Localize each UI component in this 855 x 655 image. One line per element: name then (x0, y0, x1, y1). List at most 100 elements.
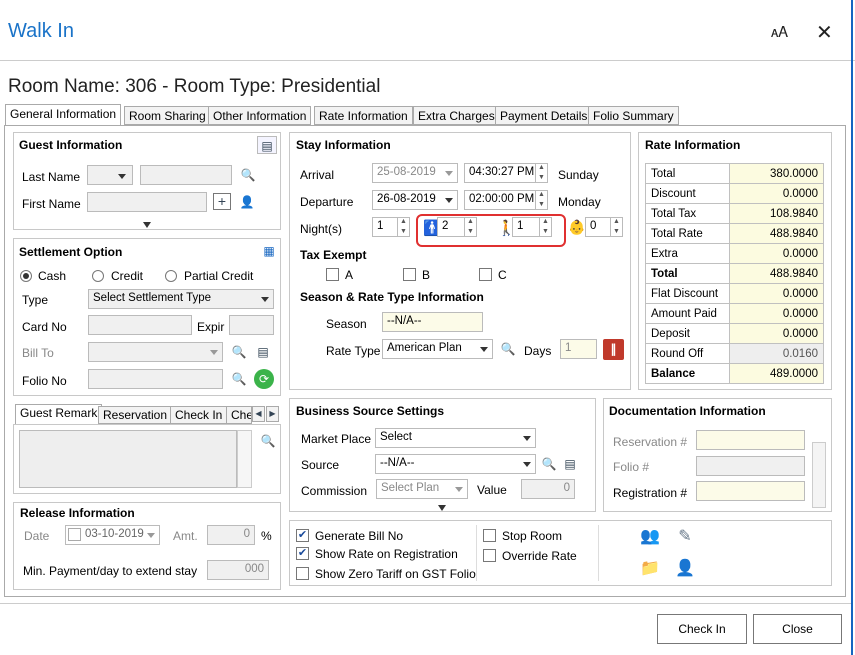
search-source-icon[interactable]: 🔍 (539, 455, 559, 473)
last-name-input[interactable] (140, 165, 232, 185)
first-name-input[interactable] (87, 192, 207, 212)
generate-bill-label: Generate Bill No (315, 529, 404, 543)
rate-row: Deposit 0.0000 (645, 323, 824, 344)
days-input[interactable]: 1 (560, 339, 597, 359)
folio-no-input[interactable] (88, 369, 223, 389)
show-zero-tariff-label: Show Zero Tariff on GST Folio (315, 567, 476, 581)
release-date-checkbox[interactable] (68, 528, 81, 541)
credit-radio[interactable] (92, 270, 104, 282)
tab-general-information[interactable]: General Information (5, 104, 122, 126)
add-source-icon[interactable]: ▤ (560, 455, 580, 473)
tab-che[interactable]: Che (226, 406, 252, 424)
chevron-down-icon (261, 297, 269, 302)
rate-row: Balance 489.0000 (645, 363, 824, 384)
infant-icon: 👶 (568, 219, 586, 235)
adults-spinner[interactable]: ▲ ▼ (464, 217, 476, 237)
guest-remark-textarea[interactable] (19, 430, 237, 488)
folio-no-label: Folio No (22, 374, 67, 388)
guest-title: Guest Information (19, 138, 123, 152)
rate-row-label: Total (645, 163, 730, 184)
folder-icon[interactable]: 📁 (640, 560, 660, 578)
doc-scrollbar[interactable] (812, 442, 826, 508)
source-label: Source (301, 458, 340, 472)
tax-a-label: A (345, 268, 354, 282)
tab-folio-summary[interactable]: Folio Summary (588, 106, 679, 125)
override-rate-checkbox[interactable] (483, 549, 496, 562)
stop-room-checkbox[interactable] (483, 529, 496, 542)
partial-credit-radio[interactable] (165, 270, 177, 282)
salutation-select[interactable] (87, 165, 133, 185)
tab-check-in[interactable]: Check In (170, 406, 228, 424)
refresh-icon[interactable]: ⟳ (254, 369, 274, 389)
bill-to-select[interactable] (88, 342, 223, 362)
rate-row-label: Extra (645, 243, 730, 264)
search-rate-icon[interactable]: 🔍 (498, 340, 518, 358)
rate-row-label: Deposit (645, 323, 730, 344)
tab-scroll-left-icon[interactable]: ◀ (252, 406, 265, 422)
guest-card-icon[interactable]: 👥 (640, 528, 660, 546)
tab-extra-charges[interactable]: Extra Charges (413, 106, 500, 125)
tab-other-information[interactable]: Other Information (208, 106, 312, 125)
check-in-button[interactable]: Check In (657, 614, 747, 644)
chevron-down-icon (147, 533, 155, 538)
remark-scrollbar[interactable] (237, 430, 252, 488)
rate-breakup-icon[interactable]: ∥ (603, 339, 624, 360)
expand-arrow-icon[interactable] (438, 505, 446, 511)
min-payment-label: Min. Payment/day to extend stay (23, 564, 198, 578)
market-place-select[interactable]: Select (375, 428, 536, 448)
rate-row: Total Tax 108.9840 (645, 203, 824, 224)
tab-room-sharing[interactable]: Room Sharing (124, 106, 211, 125)
expand-arrow-icon[interactable] (143, 222, 151, 228)
documentation-title: Documentation Information (609, 404, 766, 418)
tab-payment-details[interactable]: Payment Details (495, 106, 593, 125)
card-no-input[interactable] (88, 315, 192, 335)
generate-bill-checkbox[interactable]: ✔ (296, 529, 309, 542)
min-payment-input[interactable]: 000 (207, 560, 269, 580)
arrival-time-spinner[interactable]: ▲ ▼ (535, 163, 547, 183)
infants-spinner[interactable]: ▲ ▼ (610, 217, 622, 237)
nights-spinner[interactable]: ▲ ▼ (397, 217, 409, 237)
percent-label: % (261, 529, 272, 543)
add-guest-icon[interactable]: + (213, 193, 231, 210)
show-zero-tariff-checkbox[interactable] (296, 567, 309, 580)
rate-row-value: 0.0000 (729, 323, 824, 344)
calculator-icon[interactable]: ▦ (259, 242, 279, 260)
id-card-icon[interactable]: ▤ (257, 136, 277, 154)
tab-scroll-right-icon[interactable]: ▶ (266, 406, 279, 422)
reservation-no-label: Reservation # (613, 435, 688, 449)
amt-input[interactable]: 0 (207, 525, 255, 545)
tax-a-checkbox[interactable] (326, 268, 339, 281)
cash-radio[interactable] (20, 270, 32, 282)
rate-type-select[interactable]: American Plan (382, 339, 493, 359)
tab-rate-information[interactable]: Rate Information (314, 106, 413, 125)
close-button[interactable]: Close (753, 614, 842, 644)
translate-icon[interactable]: 🗚 (771, 24, 788, 41)
search-remark-icon[interactable]: 🔍 (258, 432, 278, 450)
person-icon[interactable]: 👤 (237, 193, 257, 211)
tax-b-label: B (422, 268, 431, 282)
show-rate-checkbox[interactable]: ✔ (296, 547, 309, 560)
children-spinner[interactable]: ▲ ▼ (539, 217, 551, 237)
departure-time-spinner[interactable]: ▲ ▼ (535, 190, 547, 210)
search-icon[interactable]: 🔍 (229, 343, 249, 361)
tab-guest-remark[interactable]: Guest Remark (15, 404, 103, 425)
add-list-icon[interactable]: ▤ (253, 343, 273, 361)
source-select[interactable]: --N/A-- (375, 454, 536, 474)
registration-no-input[interactable] (696, 481, 805, 501)
chevron-down-icon (523, 462, 531, 467)
close-icon[interactable]: ✕ (816, 20, 833, 45)
rate-row-value: 0.0000 (729, 303, 824, 324)
search-folio-icon[interactable]: 🔍 (229, 370, 249, 388)
commission-value-input[interactable]: 0 (521, 479, 575, 499)
edit-icon[interactable]: ✎ (675, 528, 695, 546)
search-guest-icon[interactable]: 🔍 (238, 166, 258, 184)
rate-row: Total 488.9840 (645, 263, 824, 284)
rate-row: Extra 0.0000 (645, 243, 824, 264)
reservation-no-input (696, 430, 805, 450)
settlement-type-select[interactable]: Select Settlement Type (88, 289, 274, 309)
tax-c-checkbox[interactable] (479, 268, 492, 281)
tax-b-checkbox[interactable] (403, 268, 416, 281)
user-search-icon[interactable]: 👤 (675, 560, 695, 578)
tab-reservation[interactable]: Reservation (98, 406, 173, 424)
expiry-input[interactable] (229, 315, 274, 335)
